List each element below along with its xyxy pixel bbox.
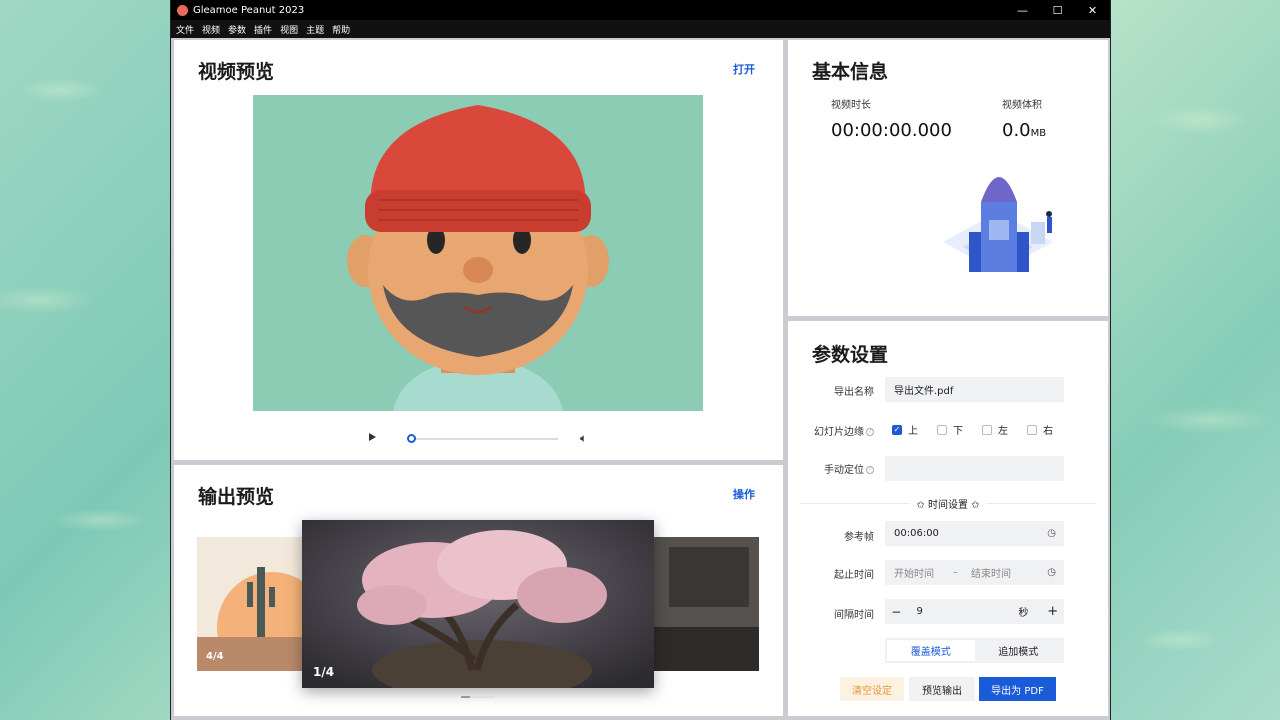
menu-item-plugins[interactable]: 插件 [254,23,272,36]
video-preview-title: 视频预览 [198,61,275,83]
mode-toggle: 覆盖模式 追加模式 [885,638,1064,663]
carousel-indicator-active [461,696,470,698]
video-frame [253,95,703,411]
interval-unit: 秒 [1018,608,1029,619]
ref-frame-label: 参考帧 [844,532,874,543]
size-unit: MB [1030,128,1047,139]
params-panel: 参数设置 导出名称 导出文件.pdf 幻灯片边缘? ✓ 上 下 左 右 手动定位?… [788,321,1108,716]
edge-left-check-icon[interactable] [982,424,992,435]
params-title: 参数设置 [812,344,889,366]
edge-left-checkbox[interactable]: 左 [982,422,1008,437]
export-pdf-button[interactable]: 导出为 PDF [979,677,1056,701]
video-progress-track[interactable] [410,438,558,440]
slide-edge-help-icon[interactable]: ? [866,428,874,436]
edge-right-label: 右 [1043,426,1053,437]
interval-stepper[interactable]: − 9 秒 + [885,599,1064,624]
slide-edge-label-wrap: 幻灯片边缘? [794,423,874,438]
output-preview-panel: 输出预览 操作 4/4 1/4 [174,465,783,716]
avatar-illustration [347,105,609,411]
size-value: 0.0 [1002,120,1031,141]
video-preview-panel: 视频预览 打开 🔈︎ [174,40,783,460]
menu-item-help[interactable]: 帮助 [332,23,350,36]
time-section-title: ✩ 时间设置 ✩ [788,496,1108,511]
edge-right-check-icon[interactable] [1027,424,1037,435]
export-name-label: 导出名称 [834,387,874,398]
open-video-link[interactable]: 打开 [733,61,755,77]
edge-right-checkbox[interactable]: 右 [1027,422,1053,437]
mode-append-button[interactable]: 追加模式 [975,640,1063,661]
left-slide-caption: 4/4 [206,651,224,662]
slide-edge-label: 幻灯片边缘 [814,427,864,438]
menu-bar: 文件 视频 参数 插件 视图 主题 帮助 [171,20,1110,38]
window-controls: — ☐ ✕ [1005,0,1110,20]
menu-item-theme[interactable]: 主题 [306,23,324,36]
minimize-button[interactable]: — [1005,0,1040,20]
edge-top-checkbox[interactable]: ✓ 上 [892,422,918,437]
range-label: 起止时间 [834,570,874,581]
output-preview-title: 输出预览 [198,486,275,508]
range-start-placeholder[interactable]: 开始时间 [894,565,934,580]
size-label: 视频体积 [1002,100,1042,111]
interval-label: 间隔时间 [834,610,874,621]
carousel-slide-center[interactable]: 1/4 [302,520,654,688]
size-value-wrap: 0.0MB [1002,120,1046,141]
maximize-button[interactable]: ☐ [1040,0,1075,20]
edge-bottom-checkbox[interactable]: 下 [937,422,963,437]
edge-bottom-check-icon[interactable] [937,424,947,435]
manual-pos-label-wrap: 手动定位? [794,461,874,476]
center-slide-caption: 1/4 [313,665,335,679]
edge-top-label: 上 [908,426,918,437]
carousel-indicator[interactable] [461,696,495,698]
output-action-link[interactable]: 操作 [733,486,755,502]
window-title: Gleamoe Peanut 2023 [193,4,305,16]
range-separator: – [953,567,958,578]
menu-item-view[interactable]: 视图 [280,23,298,36]
range-end-placeholder[interactable]: 结束时间 [971,565,1011,580]
manual-pos-help-icon[interactable]: ? [866,466,874,474]
mode-overwrite-button[interactable]: 覆盖模式 [887,640,975,661]
close-button[interactable]: ✕ [1075,0,1110,20]
title-bar: Gleamoe Peanut 2023 — ☐ ✕ [171,0,1110,20]
menu-item-params[interactable]: 参数 [228,23,246,36]
video-progress-knob[interactable] [407,434,416,443]
menu-item-file[interactable]: 文件 [176,23,194,36]
volume-icon[interactable]: 🔈︎ [580,431,587,446]
edge-left-label: 左 [998,426,1008,437]
interval-plus-button[interactable]: + [1041,604,1064,619]
menu-item-video[interactable]: 视频 [202,23,220,36]
basic-info-panel: 基本信息 视频时长 00:00:00.000 视频体积 0.0MB [788,40,1108,316]
basic-info-title: 基本信息 [812,61,889,83]
duration-label: 视频时长 [831,100,871,111]
range-clock-icon[interactable]: ◷ [1047,567,1056,578]
interval-value[interactable]: 9 [917,606,1011,617]
duration-value: 00:00:00.000 [831,120,952,141]
range-input[interactable]: 开始时间 – 结束时间 ◷ [885,560,1064,585]
ref-frame-clock-icon[interactable]: ◷ [1047,528,1056,539]
manual-pos-input[interactable] [885,456,1064,481]
ref-frame-input[interactable]: 00:06:00 ◷ [885,521,1064,546]
ref-frame-value: 00:06:00 [894,528,939,539]
edge-top-check-icon[interactable]: ✓ [892,424,902,435]
preview-output-button[interactable]: 预览输出 [909,677,975,701]
cherry-tree-thumbnail [302,520,654,688]
app-window: Gleamoe Peanut 2023 — ☐ ✕ 文件 视频 参数 插件 视图… [170,0,1111,720]
interval-minus-button[interactable]: − [885,605,908,619]
play-button[interactable] [369,433,376,441]
clear-settings-button[interactable]: 清空设定 [840,677,904,701]
export-name-input[interactable]: 导出文件.pdf [885,377,1064,402]
edge-bottom-label: 下 [953,426,963,437]
manual-pos-label: 手动定位 [824,465,864,476]
app-logo-icon [177,4,188,16]
rocket-illustration [943,177,1053,272]
